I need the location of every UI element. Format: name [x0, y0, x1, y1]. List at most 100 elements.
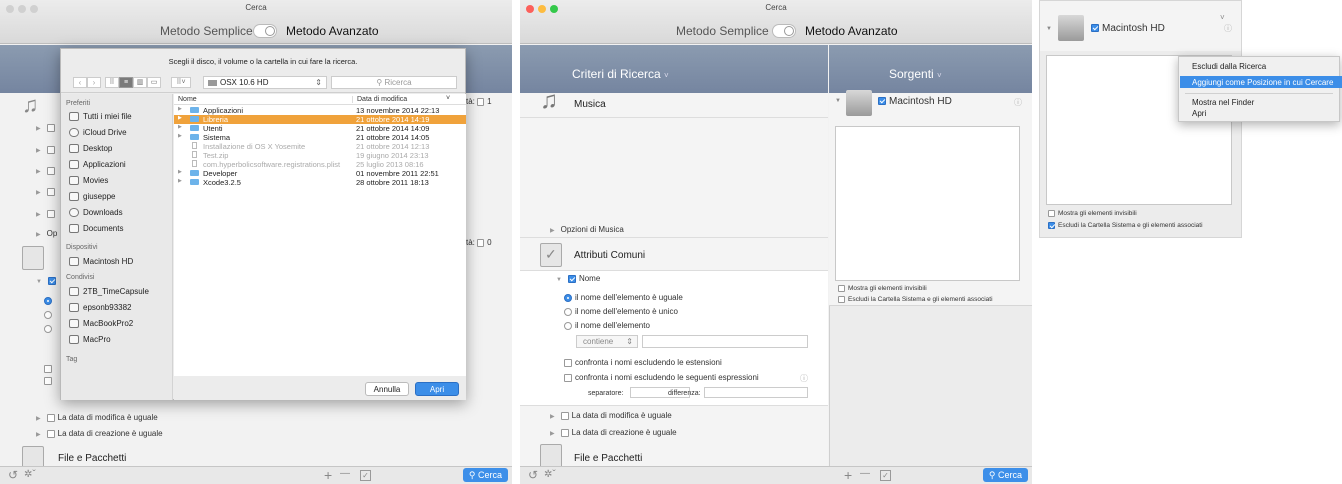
exclude-checkbox[interactable]	[1048, 222, 1055, 229]
col-name-header[interactable]: Nome	[178, 96, 197, 103]
disclosure-triangle[interactable]: ▶	[178, 106, 182, 112]
disclosure-triangle[interactable]: ▶	[178, 115, 182, 121]
invisible-row[interactable]: Mostra gli elementi invisibili	[1048, 210, 1137, 217]
disclosure-triangle[interactable]: ▶	[178, 124, 182, 130]
name-option-equal[interactable]: il nome dell'elemento è uguale	[564, 293, 683, 302]
sidebar-item-movies[interactable]: Movies	[69, 176, 108, 186]
cmp-ext-row[interactable]: confronta i nomi escludendo le estension…	[564, 358, 722, 367]
forward-button[interactable]: ›	[87, 77, 101, 88]
sidebar-item-desktop[interactable]: Desktop	[69, 144, 112, 154]
cancel-button[interactable]: Annulla	[365, 382, 409, 396]
volume-popup[interactable]: OSX 10.6 HD ⇕	[203, 76, 327, 89]
check-icon[interactable]: ✓	[360, 470, 371, 481]
sidebar-item-documents[interactable]: Documents	[69, 224, 123, 234]
file-row[interactable]: com.hyperbolicsoftware.registrations.pli…	[174, 160, 466, 169]
info-icon[interactable]: ⓘ	[800, 373, 808, 384]
stepper-1[interactable]	[477, 97, 485, 106]
info-icon[interactable]: ⓘ	[1224, 23, 1232, 34]
info-icon[interactable]: ⓘ	[1014, 97, 1022, 108]
undo-icon[interactable]: ↺	[8, 468, 18, 482]
remove-criteria-button[interactable]: —	[340, 468, 350, 479]
file-row[interactable]: Test.zip 19 giugno 2014 23:13	[174, 151, 466, 160]
sidebar-item-applications[interactable]: Applicazioni	[69, 160, 126, 170]
advanced-mode-label[interactable]: Metodo Avanzato	[805, 24, 898, 38]
file-row[interactable]: ▶ Xcode3.2.5 28 ottobre 2011 18:13	[174, 178, 466, 187]
disclosure-triangle[interactable]: ▶	[178, 133, 182, 139]
name-checkbox[interactable]	[567, 274, 576, 283]
date-modified-row[interactable]: ▶ La data di modifica è uguale	[550, 411, 672, 420]
cmp-expr-row[interactable]: confronta i nomi escludendo le seguenti …	[564, 373, 759, 382]
sidebar-item-macbookpro[interactable]: MacBookPro2	[69, 319, 133, 329]
disclosure-triangle[interactable]: ▶	[178, 178, 182, 184]
date-created-row[interactable]: ▶ La data di creazione è uguale	[36, 429, 163, 438]
name-criteria-row[interactable]: ▼ Nome	[556, 274, 600, 283]
disk-disclosure[interactable]: ▼	[1046, 26, 1052, 32]
magic-icon[interactable]: ✲ˇ	[24, 469, 36, 480]
menu-item-exclude[interactable]: Escludi dalla Ricerca	[1192, 62, 1266, 71]
menu-item-show-finder[interactable]: Mostra nel Finder	[1192, 98, 1254, 107]
radio-selected[interactable]	[564, 293, 572, 302]
search-field[interactable]: ⚲ Ricerca	[331, 76, 457, 89]
column-view-button[interactable]: ▥	[133, 77, 147, 88]
magic-icon[interactable]: ✲ˇ	[544, 469, 556, 480]
cmp-ext-checkbox[interactable]	[564, 358, 572, 367]
difference-field[interactable]	[704, 387, 808, 398]
music-options-row[interactable]: ▶ Opzioni di Musica	[550, 225, 624, 234]
file-row[interactable]: ▶ Utenti 21 ottobre 2014 14:09	[174, 124, 466, 133]
search-button[interactable]: ⚲ Cerca	[982, 468, 1028, 482]
mode-toggle[interactable]	[772, 24, 796, 38]
invisible-row[interactable]: Mostra gli elementi invisibili	[838, 285, 927, 292]
list-view-button[interactable]: ≡	[119, 77, 133, 88]
check-icon[interactable]: ✓	[880, 470, 891, 481]
disk-checkbox-row[interactable]: Macintosh HD	[1091, 23, 1165, 34]
simple-mode-label[interactable]: Metodo Semplice	[160, 24, 253, 38]
mode-toggle[interactable]	[253, 24, 277, 38]
col-date-header[interactable]: Data di modifica	[352, 96, 407, 103]
name-option-unique[interactable]: il nome dell'elemento è unico	[564, 307, 678, 316]
sidebar-item-icloud[interactable]: iCloud Drive	[69, 128, 127, 138]
radio[interactable]	[564, 307, 572, 316]
disk-disclosure[interactable]: ▼	[835, 98, 841, 104]
advanced-mode-label[interactable]: Metodo Avanzato	[286, 24, 379, 38]
open-button[interactable]: Apri	[415, 382, 459, 396]
icon-view-button[interactable]: ⠿	[105, 77, 119, 88]
file-row[interactable]: ▶ Sistema 21 ottobre 2014 14:05	[174, 133, 466, 142]
sidebar-item-all-files[interactable]: Tutti i miei file	[69, 112, 132, 122]
add-criteria-button[interactable]: +	[844, 467, 852, 483]
sidebar-item-downloads[interactable]: Downloads	[69, 208, 123, 218]
file-row[interactable]: Installazione di OS X Yosemite 21 ottobre…	[174, 142, 466, 151]
disk-checkbox[interactable]	[878, 97, 886, 106]
remove-criteria-button[interactable]: —	[860, 468, 870, 479]
sidebar-item-timecapsule[interactable]: 2TB_TimeCapsule	[69, 287, 149, 297]
date-created-row[interactable]: ▶ La data di creazione è uguale	[550, 428, 677, 437]
back-button[interactable]: ‹	[73, 77, 87, 88]
stepper-2[interactable]	[477, 238, 485, 247]
sidebar-item-epson[interactable]: epsonb93382	[69, 303, 132, 313]
coverflow-view-button[interactable]: ▭	[147, 77, 161, 88]
file-row[interactable]: ▶ Developer 01 novembre 2011 22:51	[174, 169, 466, 178]
sidebar-item-macpro[interactable]: MacPro	[69, 335, 111, 345]
add-criteria-button[interactable]: +	[324, 467, 332, 483]
name-option-contains[interactable]: il nome dell'elemento	[564, 321, 650, 330]
disk-checkbox-row[interactable]: Macintosh HD	[878, 96, 952, 107]
exclude-checkbox[interactable]	[838, 296, 845, 303]
radio[interactable]	[564, 321, 572, 330]
simple-mode-label[interactable]: Metodo Semplice	[676, 24, 769, 38]
undo-icon[interactable]: ↺	[528, 468, 538, 482]
chevron-down-icon[interactable]: ˅	[1220, 13, 1225, 22]
invisible-checkbox[interactable]	[1048, 210, 1055, 217]
criteria-header-label[interactable]: Criteri di Ricerca ˅	[572, 67, 669, 81]
file-row[interactable]: ▶ Applicazioni 13 novembre 2014 22:13	[174, 106, 466, 115]
file-row[interactable]: ▶ Libreria 21 ottobre 2014 14:19	[174, 115, 466, 124]
arrange-button[interactable]: ⠿˅	[171, 77, 191, 88]
menu-item-open[interactable]: Apri	[1192, 109, 1206, 118]
sidebar-item-macintosh-hd[interactable]: Macintosh HD	[69, 257, 133, 267]
exclude-row[interactable]: Escludi la Cartella Sistema e gli elemen…	[838, 296, 993, 303]
cmp-expr-checkbox[interactable]	[564, 373, 572, 382]
disclosure-triangle[interactable]: ▶	[178, 169, 182, 175]
search-button[interactable]: ⚲ Cerca	[462, 468, 508, 482]
invisible-checkbox[interactable]	[838, 285, 845, 292]
date-modified-row[interactable]: ▶ La data di modifica è uguale	[36, 413, 158, 422]
disk-checkbox[interactable]	[1091, 24, 1099, 33]
sources-header-label[interactable]: Sorgenti ˅	[889, 67, 942, 81]
